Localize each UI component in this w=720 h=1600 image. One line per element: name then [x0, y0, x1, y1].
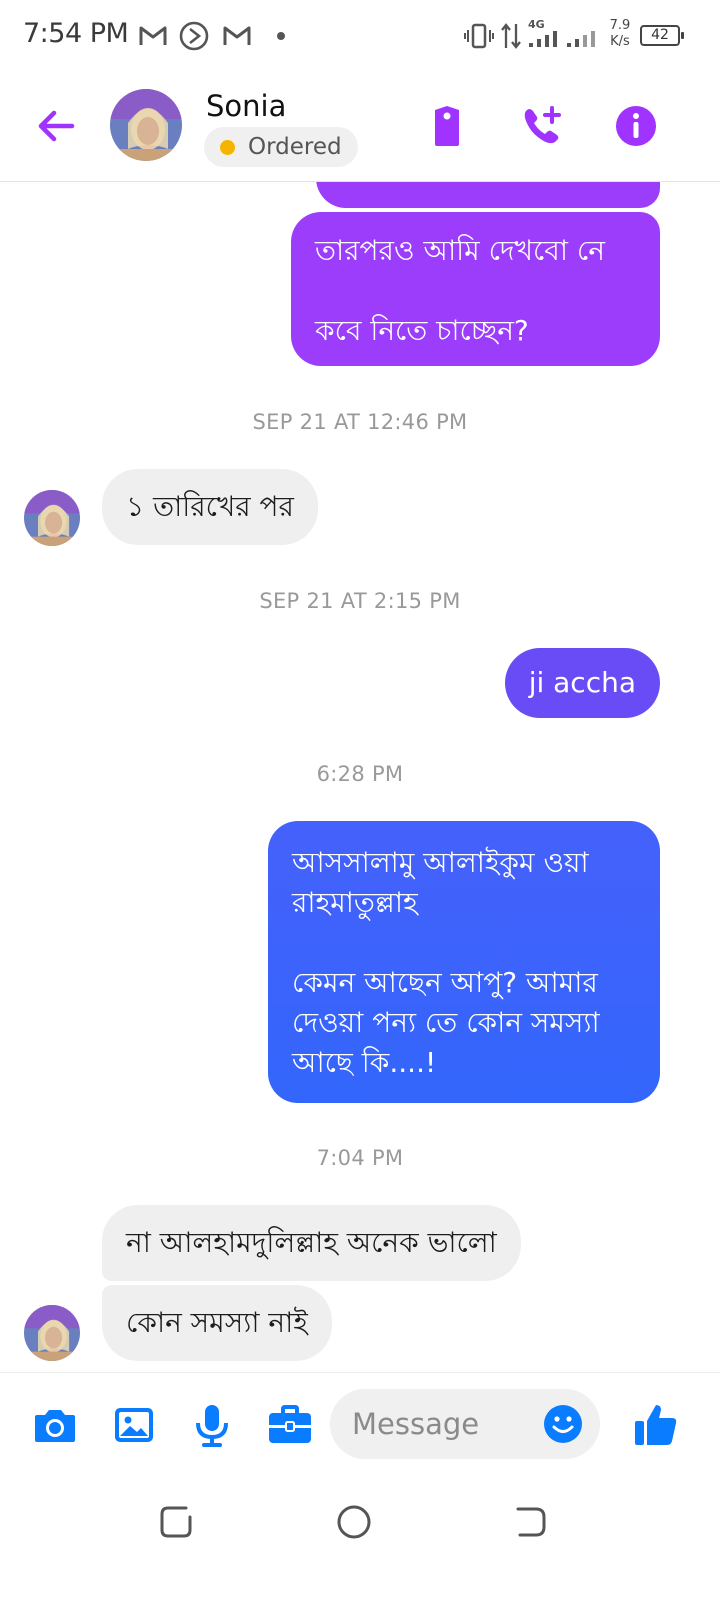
message-input[interactable]	[352, 1389, 532, 1459]
timestamp: 6:28 PM	[316, 762, 404, 786]
battery-icon: 42	[640, 25, 684, 46]
sender-avatar[interactable]	[24, 1305, 80, 1361]
briefcase-icon[interactable]	[266, 1401, 314, 1449]
contact-avatar[interactable]	[110, 89, 182, 161]
tag-icon[interactable]	[423, 102, 471, 150]
data-arrows-icon	[501, 23, 521, 49]
back-arrow-icon[interactable]	[32, 102, 80, 150]
dot-icon	[277, 32, 285, 40]
message-bubble-outgoing[interactable]: আসসালামু আলাইকুম ওয়া রাহমাতুল্লাহ কেমন …	[268, 821, 660, 1103]
emoji-icon[interactable]	[543, 1404, 583, 1444]
network-speed-unit: K/s	[610, 34, 630, 49]
gmail-icon	[223, 26, 251, 45]
vibrate-icon	[464, 23, 494, 49]
status-time: 7:54 PM	[23, 18, 129, 49]
battery-level: 42	[651, 27, 669, 43]
network-speed: 7.9 K/s	[606, 18, 634, 50]
gmail-icon	[139, 26, 167, 45]
recents-icon[interactable]	[156, 1502, 196, 1542]
status-dot-icon	[220, 140, 235, 155]
message-list[interactable]: তারপরও আমি দেখবো নে কবে নিতে চাচ্ছেন? SE…	[0, 182, 720, 1372]
message-bubble-outgoing[interactable]	[316, 182, 660, 208]
message-bubble-incoming[interactable]: কোন সমস্যা নাই	[102, 1285, 332, 1361]
sender-avatar[interactable]	[24, 490, 80, 546]
message-bubble-incoming[interactable]: না আলহামদুলিল্লাহ অনেক ভালো	[102, 1205, 521, 1281]
message-bubble-incoming[interactable]: ১ তারিখের পর	[102, 469, 318, 545]
timestamp: 7:04 PM	[316, 1146, 404, 1170]
microphone-icon[interactable]	[188, 1401, 236, 1449]
camera-icon[interactable]	[31, 1401, 79, 1449]
timestamp: SEP 21 AT 12:46 PM	[252, 410, 468, 434]
thumbs-up-icon[interactable]	[632, 1401, 680, 1449]
message-composer	[0, 1372, 720, 1482]
signal-icon	[529, 31, 557, 47]
signal-icon	[567, 31, 595, 47]
info-icon[interactable]	[612, 102, 660, 150]
network-speed-value: 7.9	[609, 18, 631, 33]
contact-name: Sonia	[206, 89, 287, 123]
chat-header: Sonia Ordered	[0, 72, 720, 182]
add-call-icon[interactable]	[518, 102, 566, 150]
sync-icon	[179, 21, 209, 51]
timestamp: SEP 21 AT 2:15 PM	[259, 589, 461, 613]
status-label: Ordered	[248, 134, 342, 160]
status-badge[interactable]: Ordered	[204, 127, 358, 167]
message-input-box[interactable]	[330, 1389, 600, 1459]
back-icon[interactable]	[510, 1502, 550, 1542]
system-nav-bar	[0, 1482, 720, 1600]
message-bubble-outgoing[interactable]: তারপরও আমি দেখবো নে কবে নিতে চাচ্ছেন?	[291, 212, 660, 366]
message-bubble-outgoing[interactable]: ji accha	[504, 648, 660, 718]
home-icon[interactable]	[334, 1502, 374, 1542]
gallery-icon[interactable]	[110, 1401, 158, 1449]
status-bar: 7:54 PM 4G 7.9 K/s 42	[0, 0, 720, 72]
